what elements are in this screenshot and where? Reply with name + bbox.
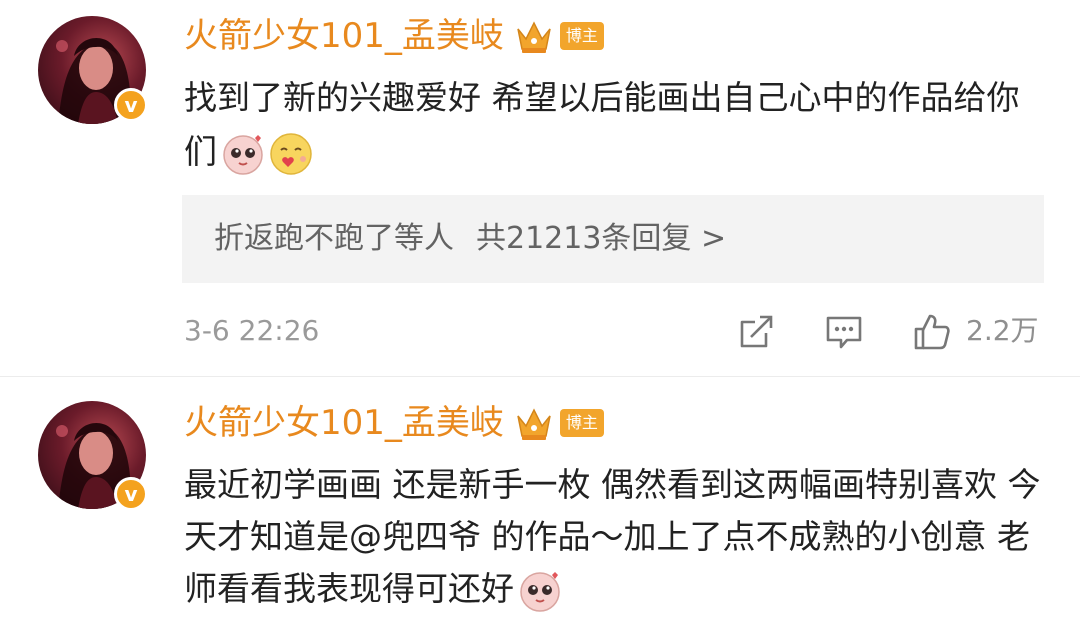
comment-text: 找到了新的兴趣爱好 希望以后能画出自己心中的作品给你们 — [184, 71, 1044, 179]
verified-badge-icon: v — [114, 477, 148, 511]
cute-face-emoji-icon — [223, 134, 263, 175]
reply-count-link[interactable]: 共21213条回复 > — [476, 221, 726, 256]
blogger-badge: 博主 — [559, 409, 604, 437]
comment-text: 最近初学画画 还是新手一枚 偶然看到这两幅画特别喜欢 今天才知道是@兜四爷 的作… — [184, 459, 1044, 615]
like-icon[interactable] — [912, 312, 952, 352]
comment-item: v 火箭少女101_孟美岐 博主 最近初学画画 还是新手一枚 偶然看到这两幅画特… — [0, 377, 1080, 633]
comment-item: v 火箭少女101_孟美岐 博主 找到了新的兴趣爱好 希望以后能画出自己心中的作… — [0, 0, 1080, 376]
timestamp: 3-6 22:26 — [184, 314, 320, 347]
reply-user[interactable]: 折返跑不跑了等人 — [214, 221, 454, 256]
username-link[interactable]: 火箭少女101_孟美岐 — [184, 13, 504, 59]
comment-header: 火箭少女101_孟美岐 博主 — [184, 13, 604, 59]
heart-face-emoji-icon — [270, 132, 312, 175]
crown-icon — [517, 21, 551, 53]
comment-footer: 3-6 22:26 2.2万 — [184, 308, 1044, 354]
comment-icon[interactable] — [824, 312, 864, 352]
comment-body: 最近初学画画 还是新手一枚 偶然看到这两幅画特别喜欢 今天才知道是@兜四爷 的作… — [184, 465, 1041, 608]
reply-summary-box[interactable]: 折返跑不跑了等人 共21213条回复 > — [182, 195, 1044, 283]
blogger-badge: 博主 — [559, 22, 604, 50]
like-count: 2.2万 — [966, 314, 1039, 347]
username-link[interactable]: 火箭少女101_孟美岐 — [184, 400, 504, 446]
comment-header: 火箭少女101_孟美岐 博主 — [184, 400, 604, 446]
weibo-comment-list: v 火箭少女101_孟美岐 博主 找到了新的兴趣爱好 希望以后能画出自己心中的作… — [0, 0, 1080, 633]
crown-icon — [517, 408, 551, 440]
share-icon[interactable] — [736, 312, 776, 352]
cute-face-emoji-icon — [520, 571, 560, 612]
verified-badge-icon: v — [114, 88, 148, 122]
